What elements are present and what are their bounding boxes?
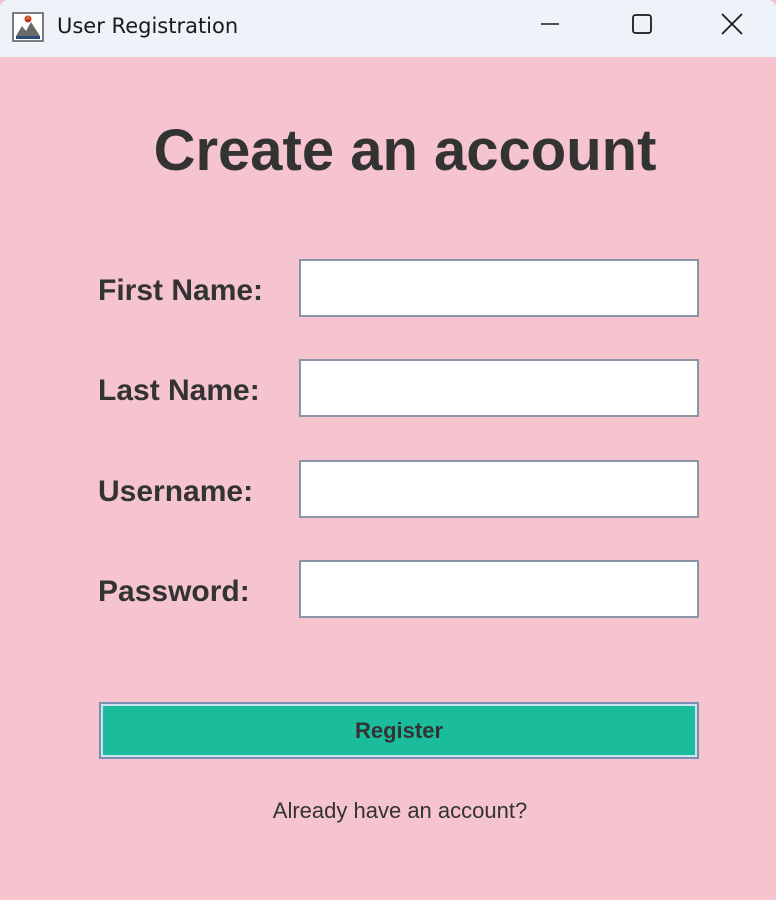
login-link[interactable]: Already have an account? <box>0 798 776 824</box>
maximize-button[interactable] <box>596 0 688 52</box>
username-input[interactable] <box>299 460 699 518</box>
register-button[interactable]: Register <box>99 702 699 759</box>
registration-form: Create an account First Name: Last Name:… <box>0 57 776 900</box>
registration-window: User Registration Create an account Firs… <box>0 0 776 900</box>
password-label: Password: <box>98 575 250 608</box>
page-title: Create an account <box>153 118 657 183</box>
minimize-button[interactable] <box>504 0 596 52</box>
last-name-input[interactable] <box>299 359 699 417</box>
title-bar[interactable]: User Registration <box>0 0 776 57</box>
username-label: Username: <box>98 475 254 508</box>
minimize-icon <box>540 14 560 39</box>
close-icon <box>720 12 744 41</box>
password-input[interactable] <box>299 560 699 618</box>
last-name-label: Last Name: <box>98 374 260 407</box>
first-name-input[interactable] <box>299 259 699 317</box>
maximize-icon <box>631 13 653 40</box>
window-title: User Registration <box>57 14 239 38</box>
java-app-icon <box>12 12 44 42</box>
close-button[interactable] <box>686 0 776 52</box>
first-name-label: First Name: <box>98 274 264 307</box>
